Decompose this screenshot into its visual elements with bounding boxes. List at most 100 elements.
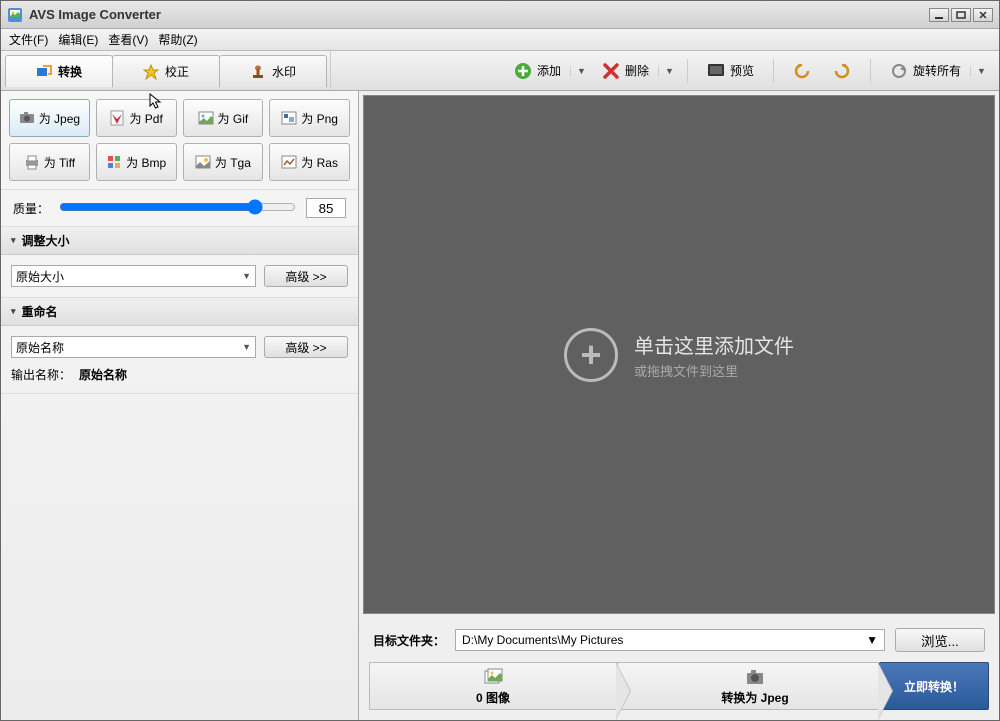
grid-icon [106, 154, 122, 170]
chevron-down-icon: ▼ [866, 633, 878, 647]
stamp-icon [250, 64, 266, 80]
dest-label: 目标文件夹： [373, 632, 445, 649]
left-panel: 为 Jpeg 为 Pdf 为 Gif 为 Png 为 Tiff 为 Bmp 为 … [1, 91, 359, 720]
separator [687, 59, 688, 83]
format-tiff-label: 为 Tiff [44, 154, 75, 171]
rename-preset-combo[interactable]: 原始名称 ▼ [11, 336, 256, 358]
rename-preset-value: 原始名称 [16, 339, 64, 356]
tab-convert[interactable]: 转换 [5, 55, 113, 87]
resize-preset-combo[interactable]: 原始大小 ▼ [11, 265, 256, 287]
star-icon [143, 64, 159, 80]
image-icon [198, 110, 214, 126]
rename-section-header[interactable]: ▾ 重命名 [1, 298, 358, 326]
quality-slider[interactable] [59, 199, 296, 215]
format-gif-label: 为 Gif [218, 110, 249, 127]
dest-folder-combo[interactable]: D:\My Documents\My Pictures ▼ [455, 629, 885, 651]
separator [773, 59, 774, 83]
chevron-down-icon: ▼ [242, 342, 251, 352]
menu-file[interactable]: 文件(F) [7, 30, 50, 49]
dropdown-arrow-icon[interactable]: ▼ [970, 66, 980, 76]
dropdown-arrow-icon[interactable]: ▼ [570, 66, 580, 76]
monitor-icon [707, 62, 725, 80]
camera-icon [19, 110, 35, 126]
preview-area[interactable]: 单击这里添加文件 或拖拽文件到这里 [363, 95, 995, 614]
format-pdf-label: 为 Pdf [129, 110, 162, 127]
step-format-label: 转换为 Jpeg [721, 689, 788, 706]
tab-convert-label: 转换 [58, 63, 82, 80]
dest-folder-value: D:\My Documents\My Pictures [462, 633, 623, 647]
remove-label: 删除 [625, 62, 649, 79]
tab-watermark-label: 水印 [272, 63, 296, 80]
format-ras-button[interactable]: 为 Ras [269, 143, 350, 181]
image-icon [281, 110, 297, 126]
format-png-button[interactable]: 为 Png [269, 99, 350, 137]
step-format[interactable]: 转换为 Jpeg [617, 662, 879, 710]
browse-button[interactable]: 浏览... [895, 628, 985, 652]
quality-input[interactable] [306, 198, 346, 218]
convert-now-button[interactable]: 立即转换！ [879, 662, 989, 710]
image-icon [281, 154, 297, 170]
rotate-right-button[interactable] [824, 57, 860, 85]
rotate-all-button[interactable]: 旋转所有 ▼ [881, 57, 989, 85]
right-panel: 单击这里添加文件 或拖拽文件到这里 目标文件夹： D:\My Documents… [359, 91, 999, 720]
tab-correct-label: 校正 [165, 63, 189, 80]
maximize-button[interactable] [951, 8, 971, 22]
rotate-icon [890, 62, 908, 80]
format-bmp-label: 为 Bmp [126, 154, 166, 171]
resize-header-label: 调整大小 [22, 232, 70, 249]
chevron-down-icon: ▾ [11, 235, 16, 246]
format-jpeg-button[interactable]: 为 Jpeg [9, 99, 90, 137]
format-bmp-button[interactable]: 为 Bmp [96, 143, 177, 181]
format-png-label: 为 Png [301, 110, 338, 127]
quality-label: 质量： [13, 200, 49, 217]
output-name-label: 输出名称： [11, 366, 71, 383]
printer-icon [24, 154, 40, 170]
tab-watermark[interactable]: 水印 [219, 55, 327, 87]
convert-icon [36, 64, 52, 80]
preview-hint-line2: 或拖拽文件到这里 [634, 361, 794, 380]
format-gif-button[interactable]: 为 Gif [183, 99, 264, 137]
menu-bar: 文件(F) 编辑(E) 查看(V) 帮助(Z) [1, 29, 999, 51]
title-bar: AVS Image Converter [1, 1, 999, 29]
resize-advanced-button[interactable]: 高级 >> [264, 265, 348, 287]
rotate-all-label: 旋转所有 [913, 62, 961, 79]
remove-button[interactable]: 删除 ▼ [593, 57, 677, 85]
window-title: AVS Image Converter [29, 7, 929, 22]
output-name-value: 原始名称 [79, 366, 127, 383]
close-button[interactable] [973, 8, 993, 22]
rename-advanced-button[interactable]: 高级 >> [264, 336, 348, 358]
minimize-button[interactable] [929, 8, 949, 22]
app-icon [7, 7, 23, 23]
menu-view[interactable]: 查看(V) [106, 30, 150, 49]
menu-edit[interactable]: 编辑(E) [56, 30, 100, 49]
step-images-label: 0 图像 [476, 689, 510, 706]
add-button[interactable]: 添加 ▼ [505, 57, 589, 85]
dropdown-arrow-icon[interactable]: ▼ [658, 66, 668, 76]
preview-button[interactable]: 预览 [698, 57, 763, 85]
format-jpeg-label: 为 Jpeg [39, 110, 80, 127]
format-tga-label: 为 Tga [215, 154, 251, 171]
preview-label: 预览 [730, 62, 754, 79]
x-icon [602, 62, 620, 80]
image-icon [195, 154, 211, 170]
toolbar: 转换 校正 水印 添加 ▼ 删除 ▼ [1, 51, 999, 91]
add-label: 添加 [537, 62, 561, 79]
rotate-left-button[interactable] [784, 57, 820, 85]
preview-hint-line1: 单击这里添加文件 [634, 330, 794, 359]
rotate-left-icon [793, 62, 811, 80]
chevron-down-icon: ▼ [242, 271, 251, 281]
resize-section-header[interactable]: ▾ 调整大小 [1, 227, 358, 255]
step-images[interactable]: 0 图像 [369, 662, 617, 710]
separator [870, 59, 871, 83]
format-tga-button[interactable]: 为 Tga [183, 143, 264, 181]
tab-correct[interactable]: 校正 [112, 55, 220, 87]
format-pdf-button[interactable]: 为 Pdf [96, 99, 177, 137]
pdf-icon [109, 110, 125, 126]
menu-help[interactable]: 帮助(Z) [156, 30, 199, 49]
chevron-down-icon: ▾ [11, 306, 16, 317]
format-tiff-button[interactable]: 为 Tiff [9, 143, 90, 181]
camera-icon [745, 667, 765, 687]
resize-preset-value: 原始大小 [16, 268, 64, 285]
add-files-plus-icon[interactable] [564, 328, 618, 382]
rename-header-label: 重命名 [22, 303, 58, 320]
